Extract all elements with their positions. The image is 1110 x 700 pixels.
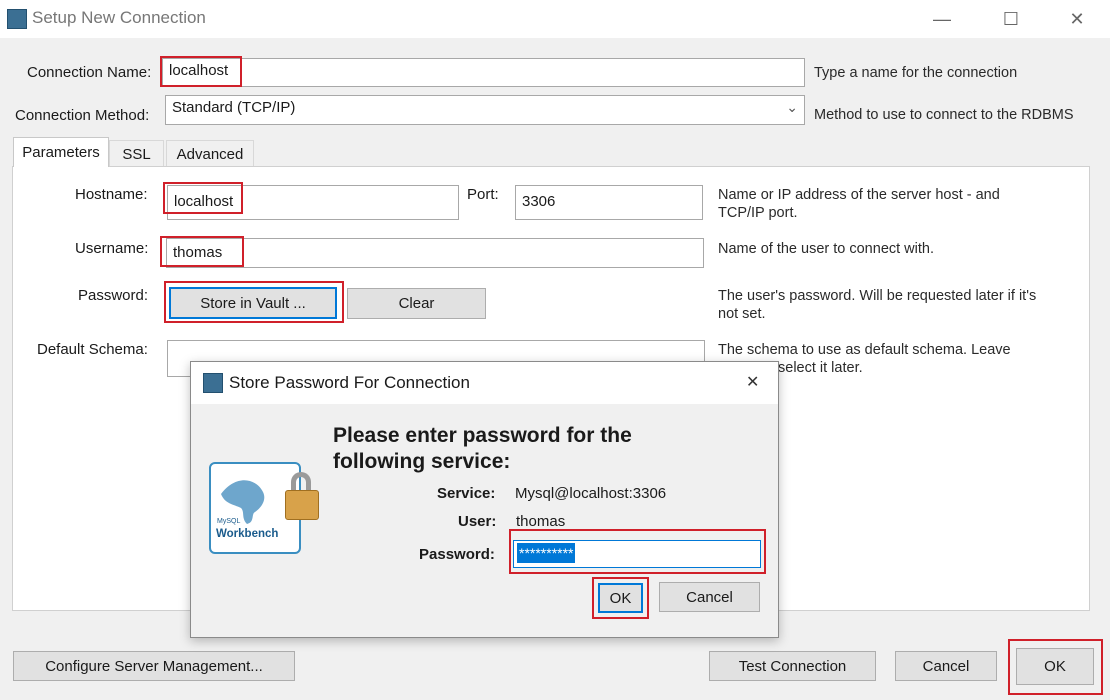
window-title: Setup New Connection [32, 8, 206, 27]
connection-name-hint: Type a name for the connection [814, 65, 1018, 81]
connection-method-value: Standard (TCP/IP) [172, 99, 296, 116]
dialog-titlebar: Store Password For Connection ✕ [191, 362, 778, 404]
default-schema-hint-line1: The schema to use as default schema. Lea… [718, 342, 1011, 358]
password-hint-line2: not set. [718, 306, 766, 322]
connection-method-select[interactable]: Standard (TCP/IP) ⌄ [165, 95, 805, 125]
logo-text-top: MySQL [217, 518, 241, 525]
dialog-heading-line1: Please enter password for the [333, 424, 632, 447]
test-connection-button[interactable]: Test Connection [709, 651, 876, 681]
connection-name-input[interactable]: localhost [162, 58, 805, 87]
chevron-down-icon: ⌄ [786, 99, 798, 115]
default-schema-hint-line2: select it later. [778, 360, 863, 376]
dialog-password-label: Password: [419, 546, 495, 563]
dialog-ok-button[interactable]: OK [598, 583, 643, 613]
hostname-label: Hostname: [75, 186, 148, 203]
mysql-workbench-app-icon [7, 9, 27, 29]
cancel-button[interactable]: Cancel [895, 651, 997, 681]
tab-parameters[interactable]: Parameters [13, 137, 109, 167]
hostname-highlight [163, 182, 243, 214]
dialog-close-icon[interactable]: ✕ [746, 372, 759, 392]
configure-server-management-button[interactable]: Configure Server Management... [13, 651, 295, 681]
username-label: Username: [75, 240, 149, 257]
password-label: Password: [78, 287, 149, 304]
tab-ssl[interactable]: SSL [109, 140, 164, 167]
logo-text: Workbench [216, 528, 279, 540]
store-password-dialog: Store Password For Connection ✕ MySQL Wo… [190, 361, 779, 638]
port-input[interactable]: 3306 [515, 185, 703, 220]
store-in-vault-button[interactable]: Store in Vault ... [169, 287, 337, 319]
maximize-icon[interactable]: ☐ [988, 1, 1034, 37]
user-value: thomas [516, 513, 566, 530]
dialog-password-value: ********** [517, 543, 576, 563]
connection-name-highlight [160, 56, 242, 87]
username-input[interactable]: thomas [166, 238, 704, 268]
dialog-password-input[interactable]: ********** [513, 540, 761, 568]
default-schema-label: Default Schema: [37, 341, 148, 358]
service-label: Service: [437, 485, 496, 502]
service-value: Mysql@localhost:3306 [515, 485, 667, 502]
username-highlight [160, 236, 244, 267]
host-hint-line1: Name or IP address of the server host - … [718, 187, 1000, 203]
connection-method-label: Connection Method: [15, 107, 150, 124]
connection-name-label: Connection Name: [27, 64, 152, 81]
password-hint-line1: The user's password. Will be requested l… [718, 288, 1037, 304]
clear-password-button[interactable]: Clear [347, 288, 486, 319]
dialog-heading-line2: following service: [333, 450, 511, 473]
dialog-title: Store Password For Connection [229, 373, 470, 392]
ok-button[interactable]: OK [1016, 648, 1094, 685]
dialog-cancel-button[interactable]: Cancel [659, 582, 760, 612]
user-label: User: [458, 513, 497, 530]
minimize-icon[interactable]: — [919, 1, 965, 37]
lock-icon [283, 472, 321, 522]
close-icon[interactable]: ✕ [1054, 1, 1100, 37]
window-titlebar: Setup New Connection — ☐ ✕ [0, 0, 1110, 38]
tab-advanced[interactable]: Advanced [166, 140, 254, 167]
connection-method-hint: Method to use to connect to the RDBMS [814, 107, 1074, 123]
username-hint: Name of the user to connect with. [718, 241, 934, 257]
port-label: Port: [467, 186, 499, 203]
mysql-workbench-dialog-icon [203, 373, 223, 393]
host-hint-line2: TCP/IP port. [718, 205, 798, 221]
